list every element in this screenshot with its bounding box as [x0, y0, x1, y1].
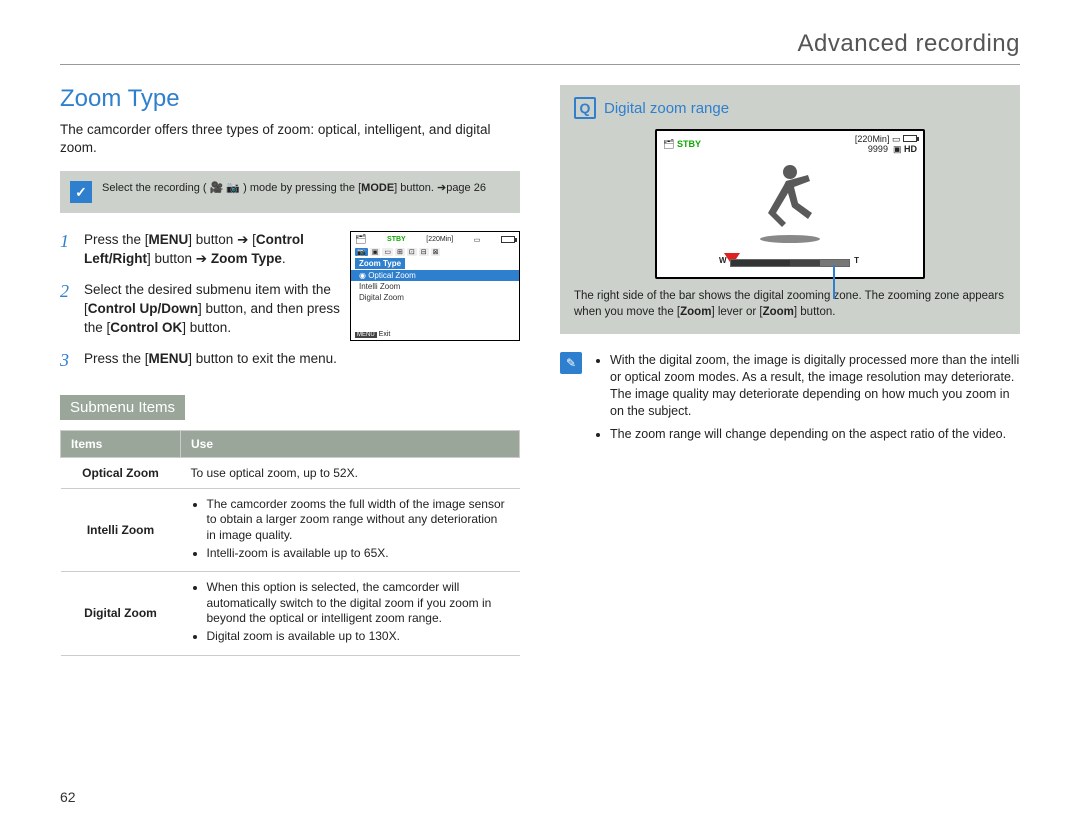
menu-item-digital: Digital Zoom — [351, 292, 519, 303]
section-title: Zoom Type — [60, 85, 520, 113]
remaining-time: [220Min] — [855, 134, 890, 144]
menu-screenshot: 🗂 STBY [220Min] ▭ 📷 ▣▭ ⊞⊡ ⊟⊠ Zoom Type ◉… — [350, 231, 520, 341]
table-row: Optical Zoom To use optical zoom, up to … — [61, 457, 520, 488]
table-row: Digital Zoom When this option is selecte… — [61, 572, 520, 655]
menu-item-intelli: Intelli Zoom — [351, 281, 519, 292]
check-icon: ✓ — [70, 181, 92, 203]
hd-icon: ▣ — [893, 144, 902, 154]
digital-zoom-title: Digital zoom range — [604, 100, 729, 117]
tab-active: 📷 — [355, 248, 368, 256]
menu-item-optical: ◉ Optical Zoom — [351, 270, 519, 281]
prerequisite-box: ✓ Select the recording ( 🎥 📷 ) mode by p… — [60, 171, 520, 213]
chapter-title: Advanced recording — [60, 30, 1020, 58]
card-mini-icon: ▭ — [474, 236, 481, 244]
digital-zoom-panel: Q Digital zoom range 🗂 STBY [220Min] ▭ 9… — [560, 85, 1020, 334]
right-column: Q Digital zoom range 🗂 STBY [220Min] ▭ 9… — [560, 85, 1020, 656]
step-1: 1 Press the [MENU] button ➔ [Control Lef… — [60, 231, 342, 269]
submenu-heading: Submenu Items — [60, 395, 185, 420]
step-1-body: Press the [MENU] button ➔ [Control Left/… — [84, 231, 342, 269]
callout-line — [833, 265, 835, 299]
digital-zoom-caption: The right side of the bar shows the digi… — [574, 289, 1006, 320]
step-2: 2 Select the desired submenu item with t… — [60, 281, 342, 338]
col-use: Use — [181, 430, 520, 457]
magnifier-icon: Q — [574, 97, 596, 119]
remaining-time: [220Min] — [426, 236, 453, 243]
page-number: 62 — [60, 789, 76, 805]
screenshot-section-label: Zoom Type — [355, 258, 405, 269]
step-3: 3 Press the [MENU] button to exit the me… — [60, 350, 520, 371]
photo-count: 9999 — [868, 144, 888, 154]
chapter-header: Advanced recording — [60, 30, 1020, 65]
note-item: The zoom range will change depending on … — [610, 426, 1020, 443]
step-2-body: Select the desired submenu item with the… — [84, 281, 342, 338]
videocam-icon: 🎥 — [210, 182, 224, 194]
stby-label: STBY — [387, 236, 406, 243]
table-row: Intelli Zoom The camcorder zooms the ful… — [61, 488, 520, 571]
submenu-table: Items Use Optical Zoom To use optical zo… — [60, 430, 520, 656]
col-items: Items — [61, 430, 181, 457]
notes-block: ✎ With the digital zoom, the image is di… — [560, 352, 1020, 448]
step-3-body: Press the [MENU] button to exit the menu… — [84, 350, 520, 369]
skateboarder-silhouette — [730, 157, 850, 247]
prerequisite-text: Select the recording ( 🎥 📷 ) mode by pre… — [102, 181, 486, 196]
intro-text: The camcorder offers three types of zoom… — [60, 121, 520, 157]
menu-exit: MENUExit — [355, 331, 390, 338]
card-mini-icon: ▭ — [892, 134, 901, 144]
digital-zoom-screenshot: 🗂 STBY [220Min] ▭ 9999 ▣ HD W — [655, 129, 925, 279]
camera-icon: 📷 — [226, 182, 240, 194]
note-item: With the digital zoom, the image is digi… — [610, 352, 1020, 420]
battery-icon — [501, 236, 515, 243]
battery-icon — [903, 135, 917, 142]
card-icon: 🗂 — [355, 234, 366, 245]
note-icon: ✎ — [560, 352, 582, 374]
card-icon: 🗂 STBY — [663, 139, 701, 150]
tab-row: 📷 ▣▭ ⊞⊡ ⊟⊠ — [351, 247, 519, 257]
left-column: Zoom Type The camcorder offers three typ… — [60, 85, 520, 656]
